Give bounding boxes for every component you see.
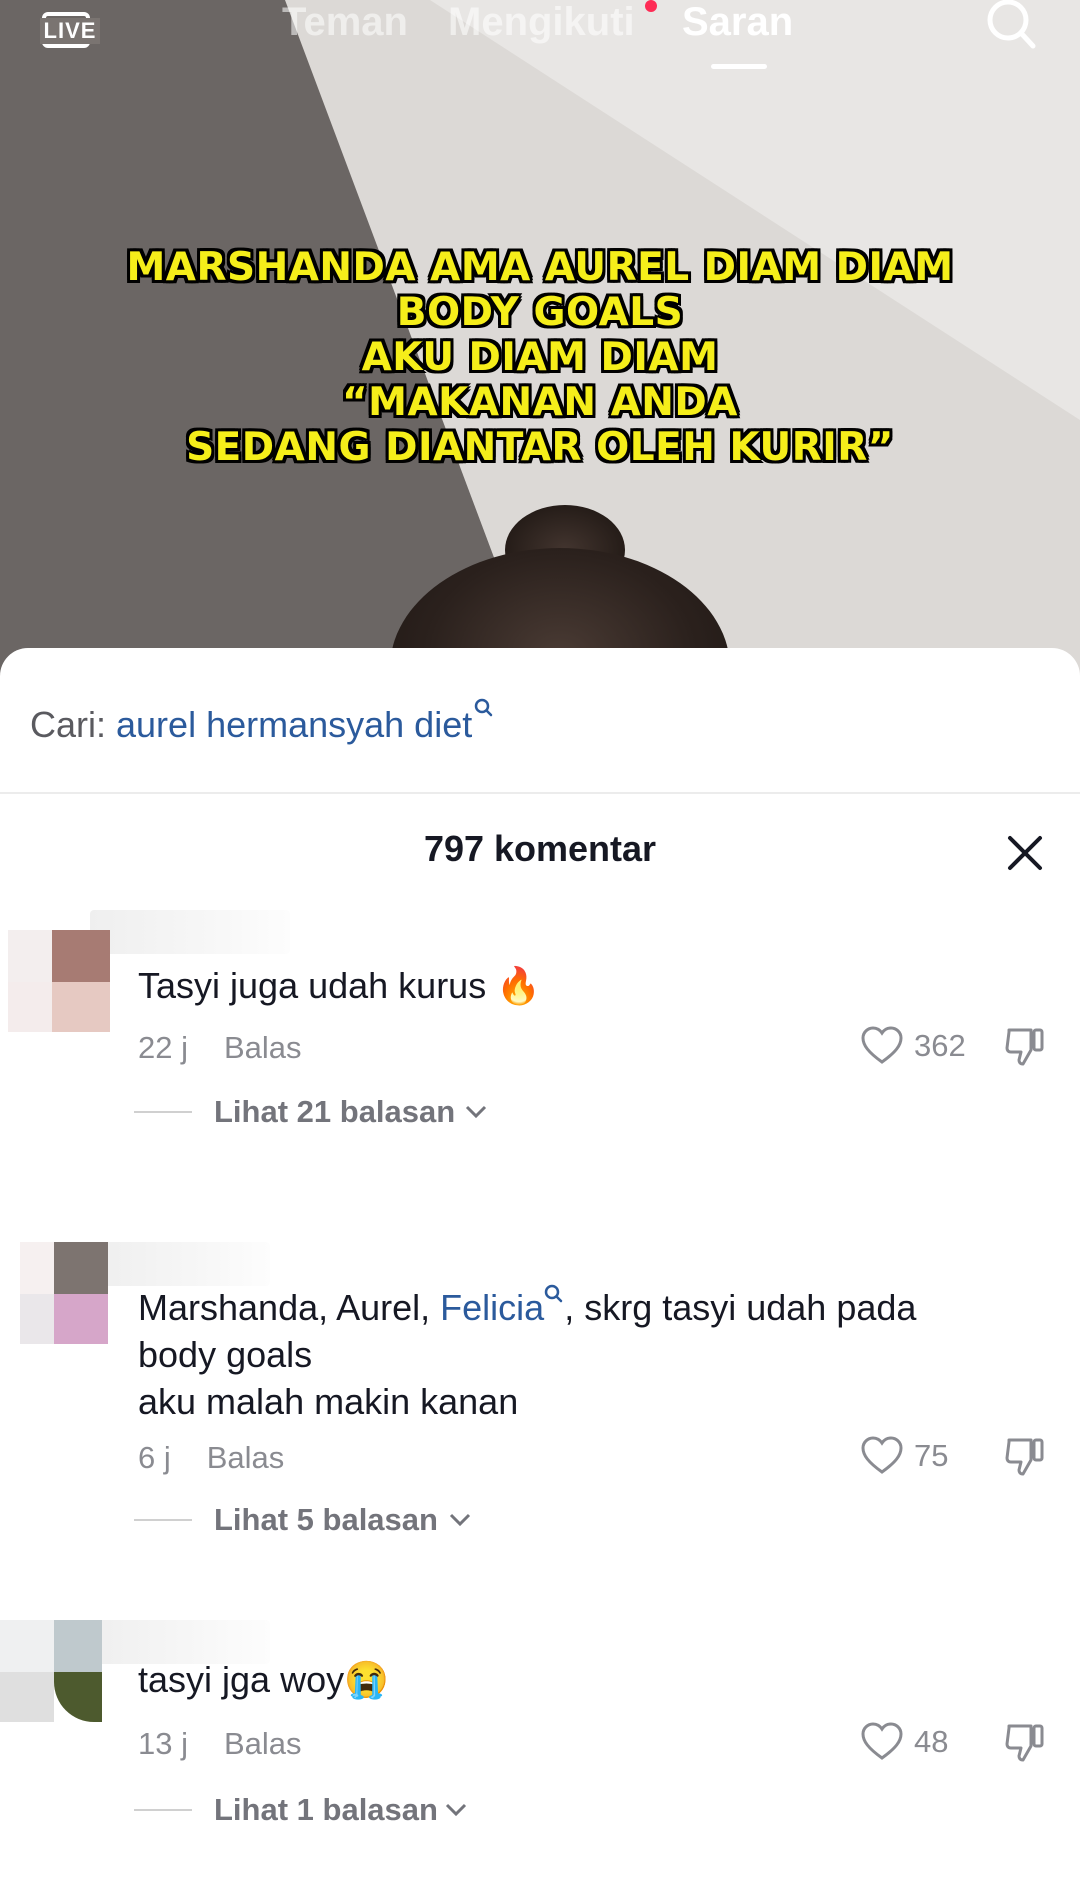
replies-divider <box>134 1111 192 1113</box>
like-count: 362 <box>914 1028 966 1063</box>
like-button[interactable]: 362 <box>860 1024 966 1068</box>
comment-text-part: , skrg tasyi udah pada <box>564 1287 917 1328</box>
chevron-down-icon <box>465 1105 487 1119</box>
comment-text-part: Marshanda, Aurel, <box>138 1287 441 1328</box>
comment-time: 6 j <box>138 1440 171 1475</box>
top-navigation: LIVE Teman Mengikuti Saran <box>0 0 1080 80</box>
caption-line: MARSHANDA AMA AUREL DIAM DIAM <box>126 245 954 290</box>
active-tab-indicator <box>711 64 767 69</box>
search-suggestion[interactable]: Cari: aurel hermansyah diet <box>30 698 494 750</box>
search-suggestion-term[interactable]: aurel hermansyah diet <box>116 704 472 745</box>
heart-icon <box>861 1722 903 1760</box>
chevron-down-icon <box>445 1803 467 1817</box>
tab-teman[interactable]: Teman <box>282 0 408 60</box>
view-replies-label: Lihat 5 balasan <box>214 1502 438 1537</box>
like-button[interactable]: 48 <box>860 1720 948 1764</box>
video-player[interactable]: LIVE Teman Mengikuti Saran MARSHANDA AMA… <box>0 0 1080 680</box>
live-button[interactable]: LIVE <box>38 6 100 50</box>
comment-time: 13 j <box>138 1726 188 1761</box>
username[interactable] <box>90 910 290 954</box>
like-button[interactable]: 75 <box>860 1434 948 1478</box>
comment-meta: 22 j Balas <box>138 1028 302 1068</box>
search-icon <box>474 698 493 717</box>
dislike-icon[interactable] <box>1003 1720 1047 1764</box>
reply-button[interactable]: Balas <box>207 1440 285 1475</box>
comment-meta: 6 j Balas <box>138 1438 284 1478</box>
reply-button[interactable]: Balas <box>224 1030 302 1065</box>
comment-time: 22 j <box>138 1030 188 1065</box>
avatar[interactable] <box>0 1620 102 1722</box>
caption-line: AKU DIAM DIAM <box>361 335 719 380</box>
username[interactable] <box>100 1242 270 1286</box>
notification-dot <box>645 0 657 12</box>
search-icon[interactable] <box>983 0 1039 52</box>
replies-divider <box>134 1519 192 1521</box>
caption-line: SEDANG DIANTAR OLEH KURIR” <box>186 425 894 470</box>
comment-count: 797 komentar <box>423 828 657 869</box>
search-icon <box>544 1284 563 1303</box>
like-count: 75 <box>914 1438 949 1473</box>
like-count: 48 <box>914 1724 949 1759</box>
avatar[interactable] <box>8 930 110 1032</box>
live-label: LIVE <box>40 18 100 44</box>
heart-icon <box>861 1436 903 1474</box>
replies-divider <box>134 1809 192 1811</box>
chevron-down-icon <box>449 1513 471 1527</box>
search-suggestion-label: Cari: <box>30 704 107 745</box>
view-replies-label: Lihat 21 balasan <box>214 1094 456 1129</box>
reply-button[interactable]: Balas <box>224 1726 302 1761</box>
heart-icon <box>861 1026 903 1064</box>
comment-text-part: aku malah makin kanan <box>138 1381 519 1422</box>
comment-text: tasyi jga woy😭 <box>138 1659 389 1700</box>
video-caption: MARSHANDA AMA AUREL DIAM DIAM BODY GOALS… <box>0 245 1080 470</box>
comment-text: Tasyi juga udah kurus 🔥 <box>138 965 542 1006</box>
dislike-icon[interactable] <box>1003 1024 1047 1068</box>
comment-text-part: body goals <box>138 1334 313 1375</box>
caption-line: BODY GOALS <box>396 290 684 335</box>
close-icon[interactable] <box>1006 834 1044 872</box>
dislike-icon[interactable] <box>1003 1434 1047 1478</box>
divider <box>0 792 1080 794</box>
comment-sheet: Cari: aurel hermansyah diet 797 komentar … <box>0 648 1080 1888</box>
tab-saran[interactable]: Saran <box>682 0 793 60</box>
comment-text: Marshanda, Aurel, Felicia , skrg tasyi ud… <box>138 1284 1038 1425</box>
comment-meta: 13 j Balas <box>138 1724 302 1764</box>
avatar[interactable] <box>20 1242 122 1344</box>
caption-line: “MAKANAN ANDA <box>342 380 738 425</box>
tab-mengikuti[interactable]: Mengikuti <box>448 0 635 60</box>
view-replies-label: Lihat 1 balasan <box>214 1792 438 1827</box>
mention-link[interactable]: Felicia <box>440 1287 544 1328</box>
